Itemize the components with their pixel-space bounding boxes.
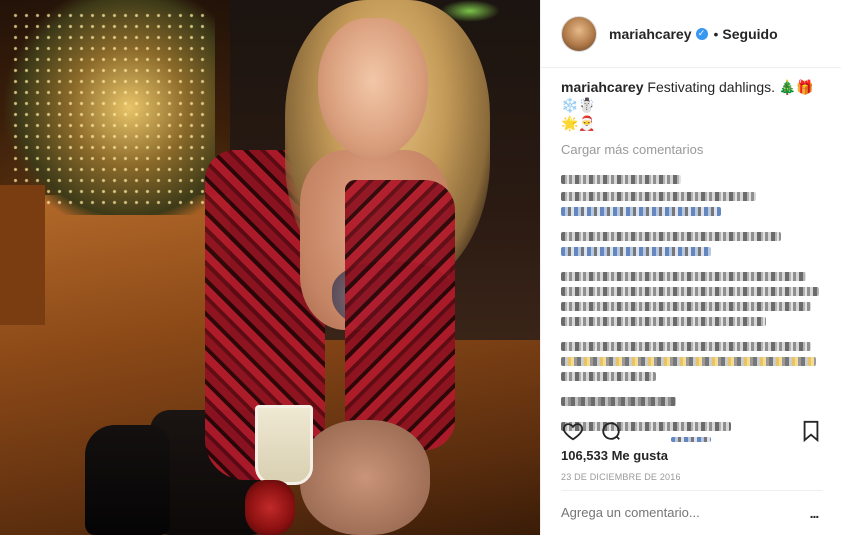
- instagram-post: mariahcarey ✓ • Seguido mariahcarey Fest…: [0, 0, 841, 535]
- caption-text-line2: 🌟🎅: [561, 115, 596, 131]
- blurred-comment: [561, 342, 811, 351]
- post-sidebar: mariahcarey ✓ • Seguido mariahcarey Fest…: [540, 0, 841, 535]
- verified-badge-icon: ✓: [695, 27, 708, 40]
- more-options-icon[interactable]: ...: [805, 505, 823, 521]
- blurred-comment: [561, 357, 816, 366]
- comment-icon[interactable]: [599, 419, 623, 443]
- post-photo[interactable]: [0, 0, 540, 535]
- blurred-comment: [561, 207, 721, 216]
- blurred-comment: [561, 302, 811, 311]
- blurred-comment: [561, 317, 766, 326]
- santa-figurine: [245, 480, 295, 535]
- blurred-comment: [561, 287, 819, 296]
- blurred-comment: [561, 175, 681, 184]
- comments-section: mariahcarey Festivating dahlings. 🎄🎁❄️☃️…: [561, 78, 823, 442]
- blurred-comment: [561, 397, 676, 406]
- header-separator: •: [713, 25, 719, 42]
- blurred-comment: [561, 247, 711, 256]
- load-more-comments-button[interactable]: Cargar más comentarios: [561, 142, 823, 157]
- plaid-shirt-right: [345, 180, 455, 450]
- follow-button[interactable]: Seguido: [722, 26, 777, 42]
- blurred-comment: [561, 232, 781, 241]
- post-date: 23 DE DICIEMBRE DE 2016: [561, 472, 681, 482]
- header-username[interactable]: mariahcarey: [609, 26, 692, 42]
- post-actions: [561, 417, 823, 445]
- blurred-comment: [561, 372, 656, 381]
- photo-face: [318, 18, 428, 158]
- blurred-comment: [561, 192, 756, 201]
- caption: mariahcarey Festivating dahlings. 🎄🎁❄️☃️…: [561, 78, 823, 132]
- likes-count[interactable]: 106,533 Me gusta: [561, 448, 668, 463]
- photo-boot: [85, 425, 170, 535]
- photo-shelf: [0, 185, 45, 325]
- heart-icon[interactable]: [561, 419, 585, 443]
- caption-username[interactable]: mariahcarey: [561, 79, 644, 95]
- post-header: mariahcarey ✓ • Seguido: [541, 0, 841, 68]
- bookmark-icon[interactable]: [799, 419, 823, 443]
- avatar[interactable]: [561, 15, 597, 52]
- tree-lights: [10, 10, 210, 210]
- photo-knee: [300, 420, 430, 535]
- divider: [561, 490, 823, 491]
- add-comment-input[interactable]: [561, 505, 791, 520]
- blurred-comment: [561, 272, 806, 281]
- eggnog-glass: [255, 405, 313, 485]
